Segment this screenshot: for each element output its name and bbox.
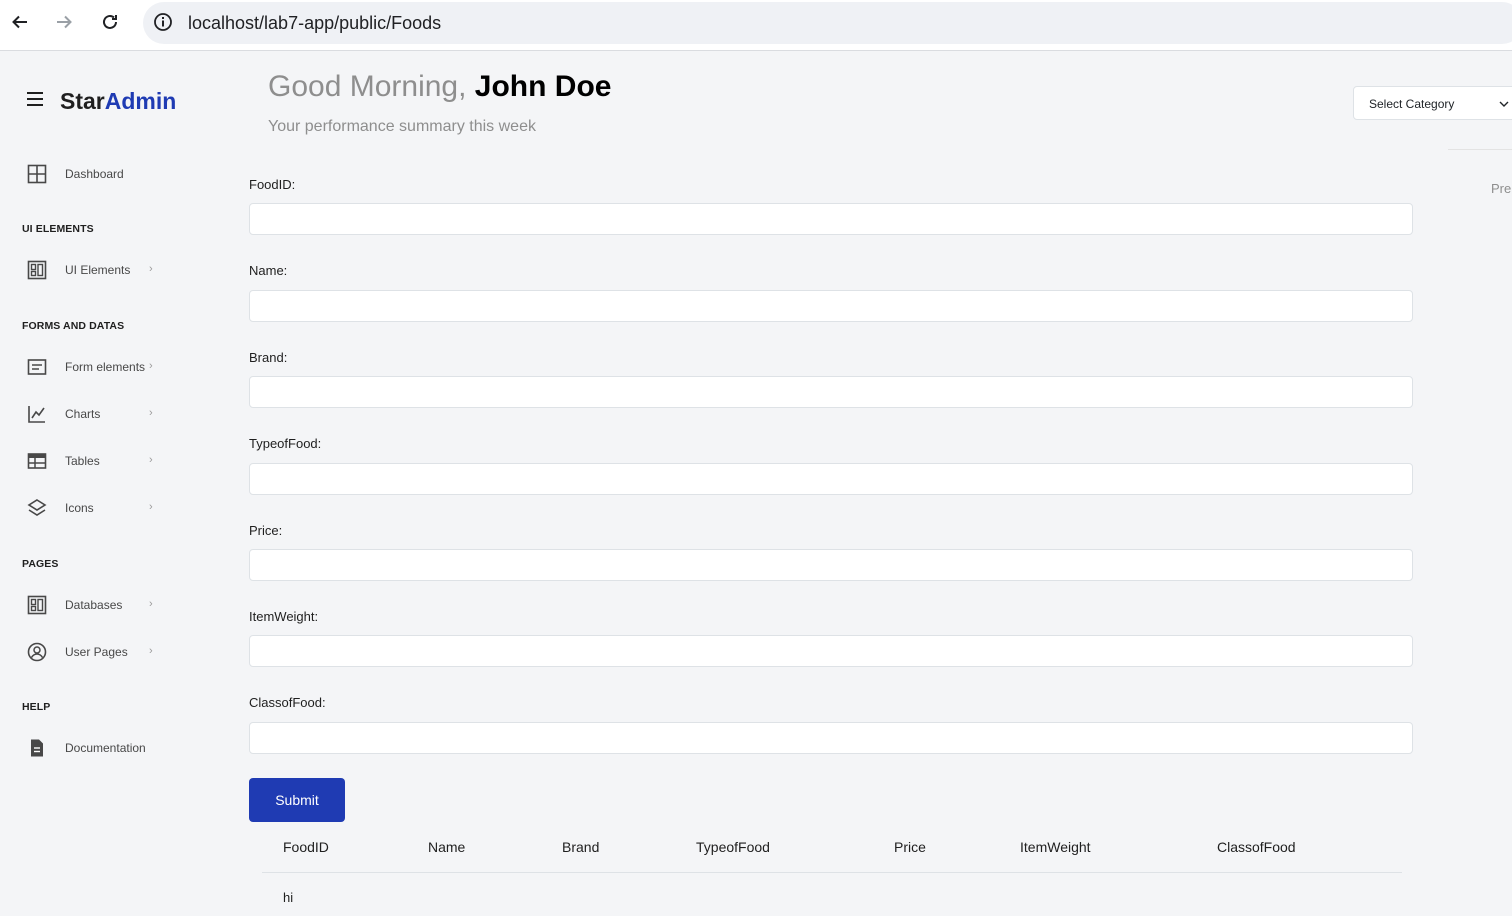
chevron-right-icon: ›	[149, 263, 153, 275]
sidebar-item-label: Icons	[65, 501, 94, 515]
sidebar-item-form-elements[interactable]: Form elements ›	[22, 352, 162, 382]
section-title-help: HELP	[22, 701, 51, 713]
user-circle-icon	[22, 640, 54, 664]
back-button[interactable]	[8, 10, 32, 34]
header-divider	[1448, 149, 1512, 150]
table-header-divider	[262, 872, 1402, 873]
url-text: localhost/lab7-app/public/Foods	[188, 13, 442, 33]
table-header-classoffood: ClassofFood	[1217, 839, 1296, 855]
price-input[interactable]	[249, 549, 1413, 581]
sidebar-item-label: UI Elements	[65, 263, 131, 277]
sidebar-item-label: Databases	[65, 598, 123, 612]
classoffood-input[interactable]	[249, 722, 1413, 754]
layers-icon	[22, 496, 54, 520]
section-title-pages: PAGES	[22, 558, 59, 570]
address-bar[interactable]: localhost/lab7-app/public/Foods	[143, 2, 1512, 44]
table-header-itemweight: ItemWeight	[1020, 839, 1091, 855]
chevron-down-icon	[1499, 101, 1509, 107]
layout-icon	[22, 258, 54, 282]
sidebar-item-ui-elements[interactable]: UI Elements ›	[22, 255, 162, 285]
table-header-price: Price	[894, 839, 926, 855]
chevron-right-icon: ›	[149, 360, 153, 372]
sidebar-item-databases[interactable]: Databases ›	[22, 590, 162, 620]
table-header-name: Name	[428, 839, 466, 855]
table-cell-foodid: hi	[283, 890, 294, 905]
sidebar-item-label: Form elements	[65, 360, 146, 374]
section-title-ui-elements: UI ELEMENTS	[22, 223, 94, 235]
table-header-brand: Brand	[562, 839, 600, 855]
greeting-heading: Good Morning, John Doe	[268, 70, 611, 104]
layout-icon	[22, 593, 54, 617]
menu-toggle-icon[interactable]	[27, 92, 43, 106]
sidebar-item-label: User Pages	[65, 645, 128, 659]
arrow-right-icon	[57, 15, 72, 29]
user-name: John Doe	[474, 70, 612, 103]
foodid-input[interactable]	[249, 203, 1413, 235]
document-icon	[22, 736, 54, 760]
section-title-forms: FORMS AND DATAS	[22, 320, 125, 332]
sidebar: StarAdmin Dashboard UI ELEMENTS UI Eleme…	[0, 52, 240, 916]
reload-button[interactable]	[98, 10, 122, 34]
classoffood-label: ClassofFood:	[249, 695, 326, 710]
sidebar-item-documentation[interactable]: Documentation	[22, 733, 162, 763]
brand-label: Brand:	[249, 350, 288, 365]
typeoffood-input[interactable]	[249, 463, 1413, 495]
name-input[interactable]	[249, 290, 1413, 322]
price-label: Price:	[249, 523, 283, 538]
arrow-left-icon	[12, 15, 27, 29]
foodid-label: FoodID:	[249, 177, 296, 192]
browser-toolbar: localhost/lab7-app/public/Foods	[0, 0, 1512, 51]
sidebar-item-dashboard[interactable]: Dashboard	[22, 159, 162, 189]
info-icon[interactable]	[153, 12, 173, 32]
chevron-right-icon: ›	[149, 454, 153, 466]
card-text-icon	[22, 355, 54, 379]
table-header-typeoffood: TypeofFood	[696, 839, 770, 855]
chevron-right-icon: ›	[149, 598, 153, 610]
submit-button[interactable]: Submit	[249, 778, 345, 822]
table-icon	[22, 449, 54, 473]
right-panel-text: Pren	[1491, 181, 1512, 196]
category-select[interactable]: Select Category	[1353, 86, 1512, 120]
itemweight-input[interactable]	[249, 635, 1413, 667]
name-label: Name:	[249, 263, 288, 278]
itemweight-label: ItemWeight:	[249, 609, 319, 624]
sidebar-item-user-pages[interactable]: User Pages ›	[22, 637, 162, 667]
brand-text-star: Star	[60, 88, 105, 114]
chevron-right-icon: ›	[149, 645, 153, 657]
category-select-value: Select Category	[1369, 97, 1455, 111]
brand-input[interactable]	[249, 376, 1413, 408]
sidebar-item-label: Documentation	[65, 741, 146, 755]
typeoffood-label: TypeofFood:	[249, 436, 322, 451]
table-header-foodid: FoodID	[283, 839, 329, 855]
sidebar-item-label: Charts	[65, 407, 101, 421]
sidebar-item-label: Tables	[65, 454, 100, 468]
grid-icon	[22, 162, 54, 186]
chart-line-icon	[22, 402, 54, 426]
greeting-text: Good Morning,	[268, 70, 467, 103]
sidebar-item-label: Dashboard	[65, 167, 124, 181]
brand-logo[interactable]: StarAdmin	[60, 88, 176, 115]
sidebar-item-icons[interactable]: Icons ›	[22, 493, 162, 523]
brand-text-admin: Admin	[104, 88, 177, 114]
forward-button[interactable]	[52, 10, 76, 34]
sidebar-item-charts[interactable]: Charts ›	[22, 399, 162, 429]
chevron-right-icon: ›	[149, 407, 153, 419]
reload-icon	[103, 14, 117, 29]
page-subtitle: Your performance summary this week	[268, 118, 536, 135]
chevron-right-icon: ›	[149, 501, 153, 513]
sidebar-item-tables[interactable]: Tables ›	[22, 446, 162, 476]
